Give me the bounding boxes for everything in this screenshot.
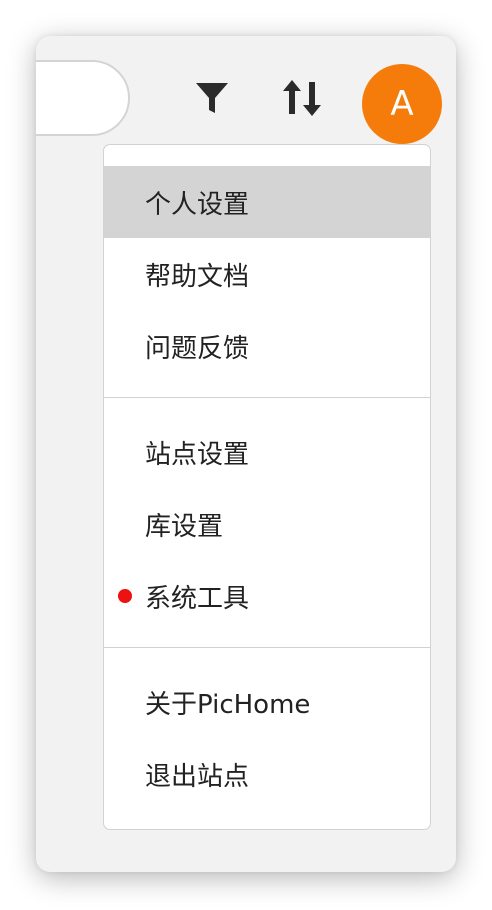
notification-dot [118,589,132,603]
menu-divider [104,397,430,398]
menu-item-help-docs[interactable]: 帮助文档 [104,238,430,310]
sort-icon [283,80,321,116]
filter-icon [196,83,228,113]
search-input[interactable] [36,60,130,136]
menu-item-label: 帮助文档 [145,261,250,292]
sort-button[interactable] [278,74,326,122]
menu-item-label: 系统工具 [145,583,250,614]
menu-item-label: 退出站点 [145,761,250,792]
menu-item-system-tools[interactable]: 系统工具 [104,560,430,632]
menu-item-label: 问题反馈 [145,333,250,364]
menu-item-personal-settings[interactable]: 个人设置 [104,166,430,238]
menu-item-about[interactable]: 关于PicHome [104,666,430,738]
avatar-initial: A [390,84,414,124]
app-window: A 个人设置 帮助文档 问题反馈 站点设置 库设置 系统工具 关于PicHome… [36,36,456,872]
menu-item-label: 关于PicHome [145,689,311,720]
user-dropdown-menu: 个人设置 帮助文档 问题反馈 站点设置 库设置 系统工具 关于PicHome 退… [103,144,431,830]
menu-item-site-settings[interactable]: 站点设置 [104,416,430,488]
menu-divider [104,647,430,648]
menu-item-label: 站点设置 [145,439,250,470]
filter-button[interactable] [188,74,236,122]
menu-item-label: 库设置 [145,511,224,542]
menu-item-library-settings[interactable]: 库设置 [104,488,430,560]
menu-item-label: 个人设置 [145,189,250,220]
user-avatar[interactable]: A [362,64,442,144]
menu-item-logout[interactable]: 退出站点 [104,738,430,810]
menu-item-feedback[interactable]: 问题反馈 [104,310,430,382]
